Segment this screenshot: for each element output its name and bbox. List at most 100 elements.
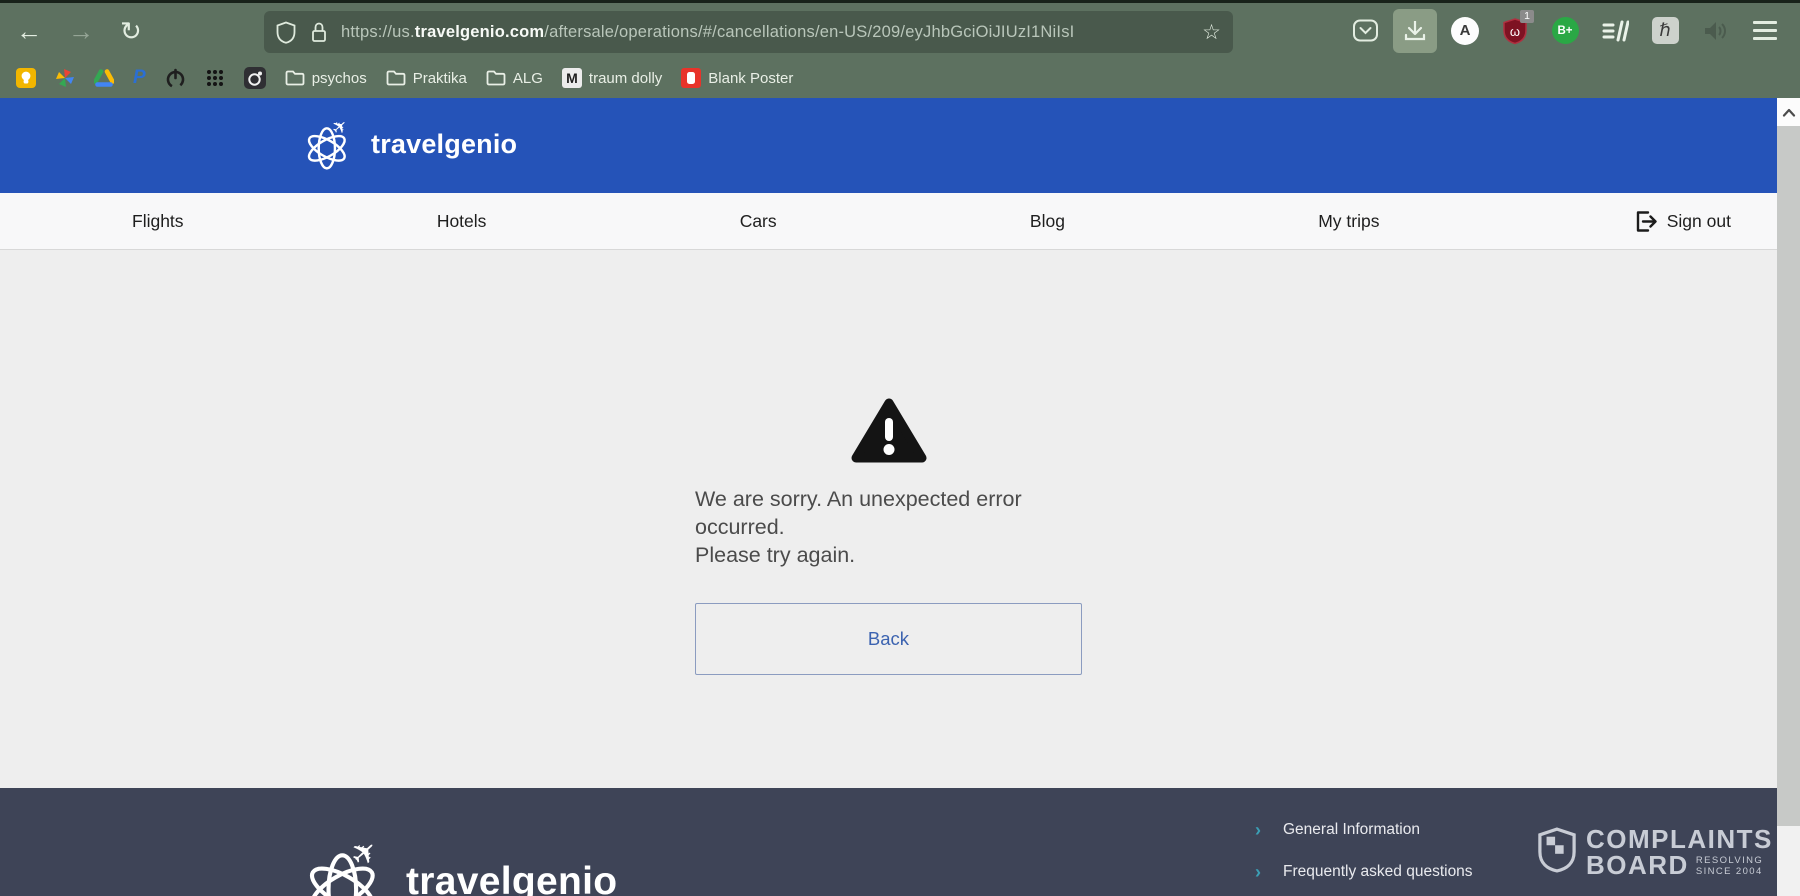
bookmark-label: Blank Poster xyxy=(708,70,793,87)
bookmark-folder-psychos[interactable]: psychos xyxy=(285,70,367,87)
sign-out-icon xyxy=(1633,209,1658,234)
footer-link-label: Frequently asked questions xyxy=(1283,863,1473,881)
speaker-muted-icon[interactable] xyxy=(1690,3,1740,58)
complaintsboard-shield-icon xyxy=(1538,826,1576,874)
nav-item-flights[interactable]: Flights xyxy=(132,211,184,232)
scroll-up-button[interactable] xyxy=(1777,98,1800,126)
bookmarks-bar: P xyxy=(0,58,1800,98)
nav-item-my-trips[interactable]: My trips xyxy=(1318,211,1379,232)
downloads-highlight xyxy=(1393,9,1437,53)
bookmark-label: psychos xyxy=(312,70,367,87)
chevron-right-icon: › xyxy=(1255,821,1261,839)
complaintsboard-sub2: SINCE 2004 xyxy=(1696,866,1763,877)
bplus-extension-icon[interactable]: B+ xyxy=(1540,3,1590,58)
bookmark-pinwheel[interactable] xyxy=(55,68,75,88)
url-bar[interactable]: https://us.travelgenio.com/aftersale/ope… xyxy=(264,11,1233,53)
caret-up-icon xyxy=(1782,108,1796,117)
adblock-extension-icon[interactable]: ω 1 xyxy=(1490,3,1540,58)
lightbulb-icon xyxy=(16,68,36,88)
site-header: ✈ travelgenio xyxy=(0,98,1777,193)
footer-link-label: General Information xyxy=(1283,821,1420,839)
footer-brand-text: travelgenio xyxy=(406,860,617,896)
bookmark-star-icon[interactable]: ☆ xyxy=(1202,20,1221,45)
m-glyph: M xyxy=(566,70,578,86)
toolbar-extension-icons: A ω 1 B+ xyxy=(1340,3,1790,58)
browser-window: ← → ↻ https://us.travelgenio.com/aftersa… xyxy=(0,0,1800,896)
site-footer: ✈ travelgenio › General Information › Fr… xyxy=(0,788,1777,896)
nav-item-cars[interactable]: Cars xyxy=(740,211,777,232)
warning-triangle-icon xyxy=(851,397,927,465)
url-fade-overlay xyxy=(1137,11,1197,53)
sign-out-button[interactable]: Sign out xyxy=(1633,209,1731,234)
svg-text:✈: ✈ xyxy=(327,114,353,140)
bookmark-folder-alg[interactable]: ALG xyxy=(486,70,543,87)
complaintsboard-word2: BOARD xyxy=(1586,853,1689,877)
profile-avatar[interactable]: A xyxy=(1440,3,1490,58)
menu-hamburger-icon[interactable] xyxy=(1740,3,1790,58)
bookmark-label: Praktika xyxy=(413,70,467,87)
bookmark-drive[interactable] xyxy=(94,69,114,87)
bookmark-label: ALG xyxy=(513,70,543,87)
chevron-right-icon: › xyxy=(1255,863,1261,881)
brand-text: travelgenio xyxy=(371,129,517,160)
pocket-icon[interactable] xyxy=(1340,3,1390,58)
red-poster-icon xyxy=(681,68,701,88)
downloads-button[interactable] xyxy=(1390,3,1440,58)
nav-item-hotels[interactable]: Hotels xyxy=(437,211,487,232)
atom-plane-icon: ✈ xyxy=(300,836,392,896)
footer-brand: ✈ travelgenio xyxy=(300,836,617,896)
back-button-label: Back xyxy=(868,628,909,650)
bookmark-folder-praktika[interactable]: Praktika xyxy=(386,70,467,87)
nav-item-blog[interactable]: Blog xyxy=(1030,211,1065,232)
adblock-glyph: ω xyxy=(1510,24,1520,39)
bookmark-paypal[interactable]: P xyxy=(133,67,146,89)
url-domain: travelgenio.com xyxy=(415,23,545,41)
atom-plane-icon: ✈ xyxy=(303,114,355,174)
dots-grid-icon xyxy=(205,68,225,88)
bookmark-camera[interactable] xyxy=(244,67,266,89)
url-text[interactable]: https://us.travelgenio.com/aftersale/ope… xyxy=(341,23,1196,42)
url-scheme: https://us. xyxy=(341,23,415,41)
complaintsboard-sub1: RESOLVING xyxy=(1696,855,1763,866)
page-viewport: ✈ travelgenio Flights Hotels Cars Blog M… xyxy=(0,98,1777,896)
site-nav: Flights Hotels Cars Blog My trips Sign o… xyxy=(0,193,1777,250)
stats-lines-icon[interactable] xyxy=(1590,3,1640,58)
bookmark-blank-poster[interactable]: Blank Poster xyxy=(681,68,793,88)
bookmark-label: traum dolly xyxy=(589,70,662,87)
camera-icon xyxy=(244,67,266,89)
sign-out-label: Sign out xyxy=(1667,211,1731,232)
folder-icon xyxy=(486,70,506,86)
scrollbar-thumb[interactable] xyxy=(1777,126,1800,826)
footer-link-faq[interactable]: › Frequently asked questions xyxy=(1255,860,1473,884)
browser-toolbar: ← → ↻ https://us.travelgenio.com/aftersa… xyxy=(0,3,1800,58)
complaintsboard-logo[interactable]: COMPLAINTS BOARD RESOLVING SINCE 2004 xyxy=(1538,826,1773,877)
bookmark-traum-dolly[interactable]: M traum dolly xyxy=(562,68,662,88)
footer-link-general-information[interactable]: › General Information xyxy=(1255,818,1473,842)
complaintsboard-tagline: RESOLVING SINCE 2004 xyxy=(1696,855,1763,877)
pinwheel-icon xyxy=(55,68,75,88)
download-icon xyxy=(1402,18,1428,44)
power-icon xyxy=(165,68,186,89)
adblock-shield-icon: ω 1 xyxy=(1502,17,1528,45)
lock-icon xyxy=(310,21,328,44)
drive-triangle-icon xyxy=(94,69,114,87)
travelgenio-logo[interactable]: ✈ travelgenio xyxy=(303,114,517,174)
adblock-badge: 1 xyxy=(1520,10,1534,23)
hypothesis-glyph: ℏ xyxy=(1652,17,1679,44)
footer-links: › General Information › Frequently asked… xyxy=(1255,818,1473,896)
vertical-scrollbar[interactable] xyxy=(1777,98,1800,896)
forward-arrow-icon[interactable]: → xyxy=(68,18,94,44)
back-button[interactable]: Back xyxy=(695,603,1082,675)
m-tile-icon: M xyxy=(562,68,582,88)
bookmark-lightbulb[interactable] xyxy=(16,68,36,88)
error-message-line2: Please try again. xyxy=(695,541,1082,569)
tracking-shield-icon[interactable] xyxy=(276,21,296,44)
reload-icon[interactable]: ↻ xyxy=(120,18,142,44)
paypal-icon: P xyxy=(133,67,146,89)
error-message: We are sorry. An unexpected error occurr… xyxy=(695,485,1082,569)
bplus-label: B+ xyxy=(1552,17,1579,44)
back-arrow-icon[interactable]: ← xyxy=(16,18,42,44)
hypothesis-extension-icon[interactable]: ℏ xyxy=(1640,3,1690,58)
bookmark-power[interactable] xyxy=(165,68,186,89)
bookmark-dots-grid[interactable] xyxy=(205,68,225,88)
